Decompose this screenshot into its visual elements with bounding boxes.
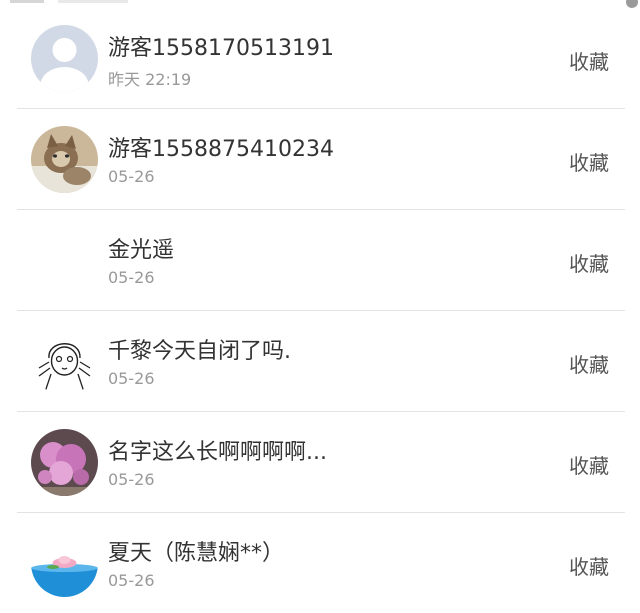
cat-photo-avatar-icon: [31, 126, 98, 193]
user-list: 游客1558170513191 昨天 22:19 收藏 游客1558875410…: [0, 8, 640, 613]
user-name: 名字这么长啊啊啊啊...: [108, 440, 327, 465]
list-item[interactable]: 名字这么长啊啊啊啊... 05-26 收藏: [17, 412, 625, 513]
list-item[interactable]: 千黎今天自闭了吗. 05-26 收藏: [17, 311, 625, 412]
default-person-avatar-icon: [31, 25, 98, 92]
timestamp: 05-26: [108, 470, 155, 489]
blank-avatar-icon: [31, 227, 98, 294]
list-item[interactable]: 金光遥 05-26 收藏: [17, 210, 625, 311]
avatar[interactable]: [31, 126, 98, 193]
favorite-button[interactable]: 收藏: [569, 147, 609, 176]
timestamp: 昨天 22:19: [108, 70, 192, 89]
list-item[interactable]: 夏天（陈慧娴**） 05-26 收藏: [17, 513, 625, 613]
user-name: 夏天（陈慧娴**）: [108, 541, 285, 566]
list-item[interactable]: 游客1558875410234 05-26 收藏: [17, 109, 625, 210]
sketch-girl-avatar-icon: [31, 328, 98, 395]
close-icon[interactable]: [626, 0, 638, 8]
lotus-water-avatar-icon: [31, 530, 98, 597]
scroll-remnant-bar: [58, 0, 128, 3]
avatar[interactable]: [31, 429, 98, 496]
user-name: 千黎今天自闭了吗.: [108, 339, 291, 364]
timestamp: 05-26: [108, 369, 155, 388]
avatar[interactable]: [31, 227, 98, 294]
avatar[interactable]: [31, 530, 98, 597]
timestamp: 05-26: [108, 167, 155, 186]
list-item[interactable]: 游客1558170513191 昨天 22:19 收藏: [17, 8, 625, 109]
favorite-button[interactable]: 收藏: [569, 349, 609, 378]
favorite-button[interactable]: 收藏: [569, 450, 609, 479]
avatar[interactable]: [31, 328, 98, 395]
avatar[interactable]: [31, 25, 98, 92]
favorite-button[interactable]: 收藏: [569, 46, 609, 75]
user-name: 金光遥: [108, 238, 175, 263]
favorite-button[interactable]: 收藏: [569, 551, 609, 580]
timestamp: 05-26: [108, 571, 155, 590]
timestamp: 05-26: [108, 268, 155, 287]
scroll-remnant-bar: [10, 0, 44, 3]
user-name: 游客1558875410234: [108, 137, 334, 162]
favorite-button[interactable]: 收藏: [569, 248, 609, 277]
flower-photo-avatar-icon: [31, 429, 98, 496]
top-scroll-remnant: [0, 0, 640, 8]
user-name: 游客1558170513191: [108, 36, 334, 61]
